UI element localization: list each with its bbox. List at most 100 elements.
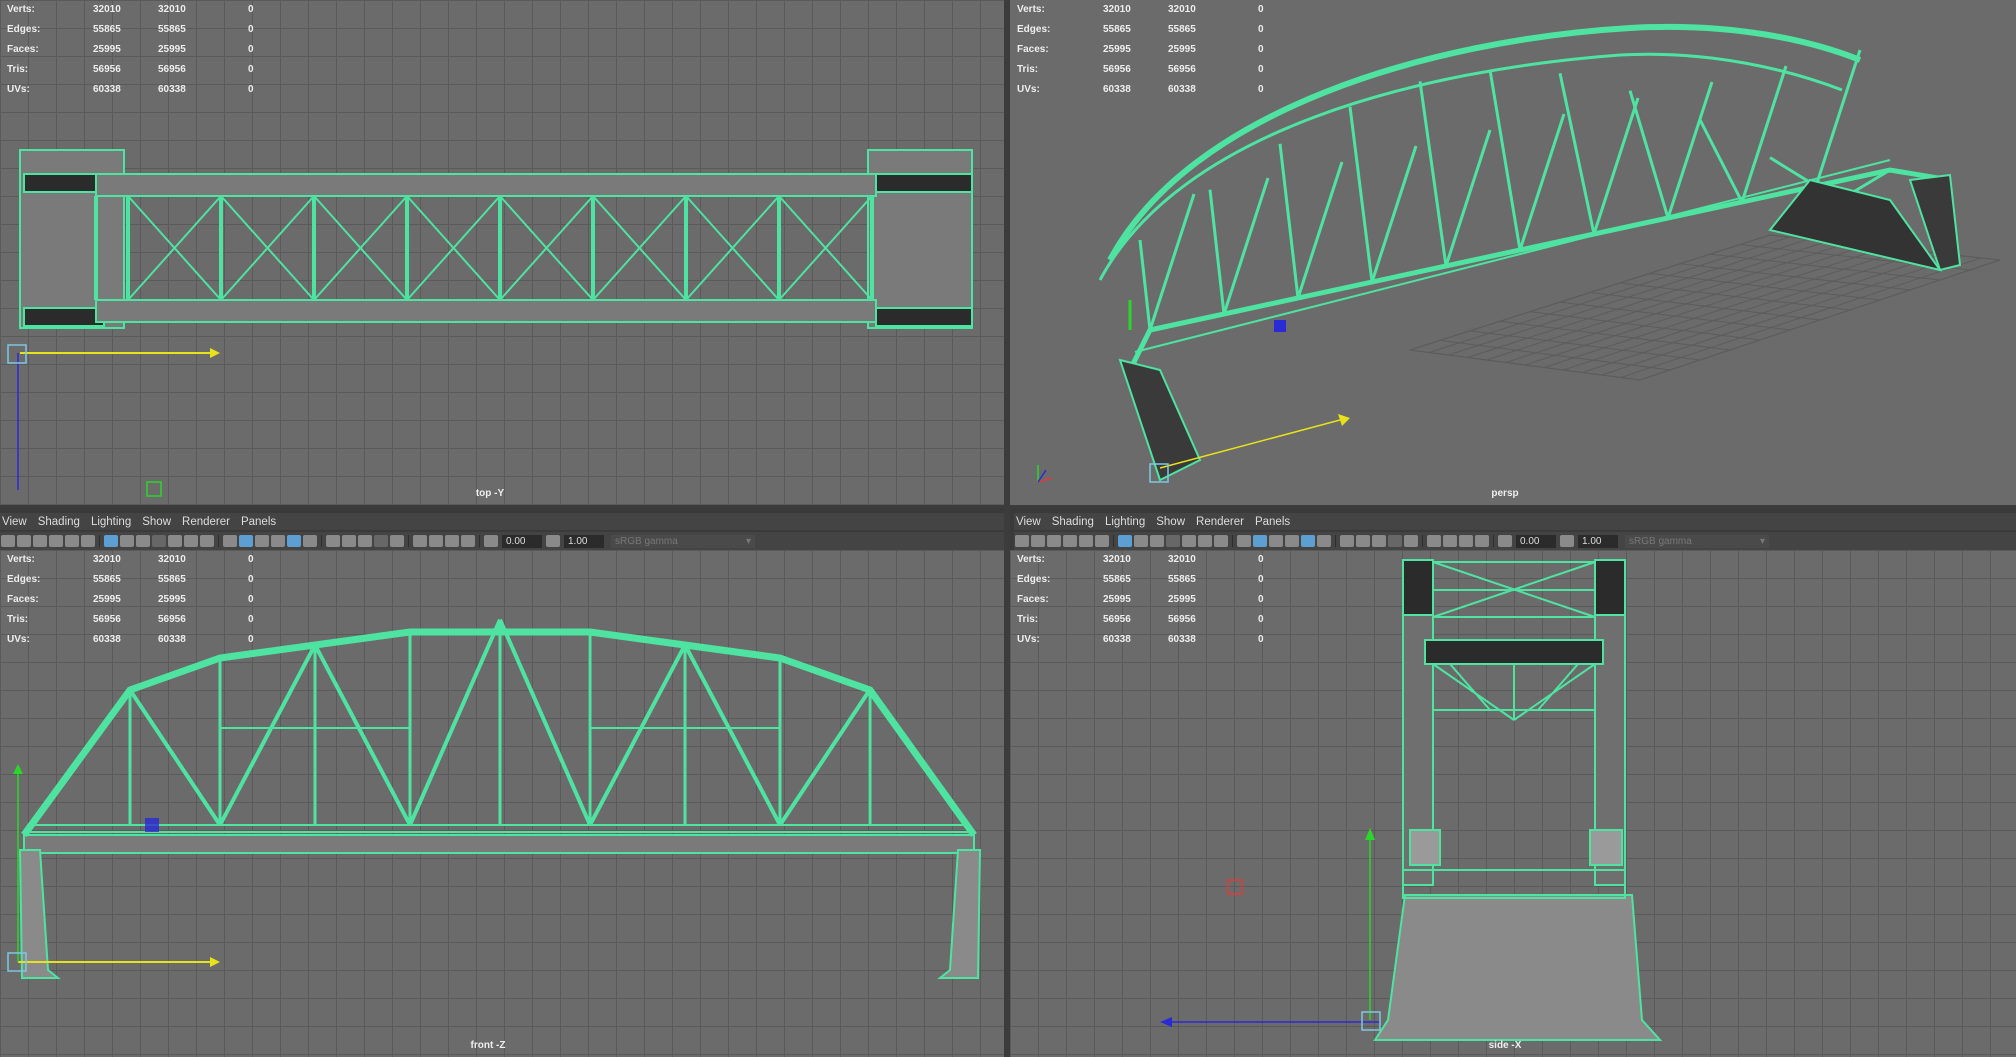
2d-pan-zoom-icon[interactable]	[1079, 535, 1093, 547]
resolution-gate-icon[interactable]	[1150, 535, 1164, 547]
default-material-icon[interactable]	[255, 535, 269, 547]
use-lights-icon[interactable]	[303, 535, 317, 547]
wireframe-on-shaded-icon[interactable]	[1301, 535, 1315, 547]
exposure-field[interactable]: 0.00	[1516, 534, 1556, 548]
isolate-select-icon[interactable]	[1427, 535, 1441, 547]
menu-show[interactable]: Show	[1154, 516, 1194, 528]
color-space-dropdown[interactable]: sRGB gamma	[1625, 534, 1769, 548]
exposure-icon[interactable]	[484, 535, 498, 547]
camera-attributes-icon[interactable]	[17, 535, 31, 547]
stat-value: 0	[248, 64, 254, 75]
safe-action-icon[interactable]	[184, 535, 198, 547]
screen-space-ao-icon[interactable]	[1356, 535, 1370, 547]
gate-mask-icon[interactable]	[152, 535, 166, 547]
xray-joints-icon[interactable]	[445, 535, 459, 547]
safe-title-icon[interactable]	[200, 535, 214, 547]
poly-count-hud: Verts: 32010 32010 0 Edges: 55865 55865 0 Face…	[1017, 550, 1264, 650]
stat-label: Edges:	[7, 574, 41, 585]
field-chart-icon[interactable]	[1182, 535, 1196, 547]
textured-icon[interactable]	[1285, 535, 1299, 547]
image-plane-icon[interactable]	[1063, 535, 1077, 547]
safe-action-icon[interactable]	[1198, 535, 1212, 547]
viewport-top[interactable]: Verts: 32010 32010 0 Edges: 55865 55865 0 Face…	[0, 0, 1004, 505]
wireframe-icon[interactable]	[1237, 535, 1251, 547]
wireframe-on-shaded-icon[interactable]	[287, 535, 301, 547]
exposure-field[interactable]: 0.00	[502, 534, 542, 548]
smooth-shade-icon[interactable]	[1253, 535, 1267, 547]
gamma-icon[interactable]	[1560, 535, 1574, 547]
motion-blur-icon[interactable]	[1372, 535, 1386, 547]
stat-value: 0	[1258, 634, 1264, 645]
film-gate-icon[interactable]	[1134, 535, 1148, 547]
2d-pan-zoom-icon[interactable]	[65, 535, 79, 547]
menu-panels[interactable]: Panels	[239, 516, 285, 528]
grid-toggle-icon[interactable]	[1118, 535, 1132, 547]
xray-joints-icon[interactable]	[1459, 535, 1473, 547]
color-space-dropdown[interactable]: sRGB gamma	[611, 534, 755, 548]
default-material-icon[interactable]	[1269, 535, 1283, 547]
viewport-side[interactable]: Verts: 32010 32010 0 Edges: 55865 55865 0 Face…	[1010, 550, 2016, 1057]
select-camera-icon[interactable]	[1, 535, 15, 547]
use-lights-icon[interactable]	[1317, 535, 1331, 547]
viewport-front[interactable]: Verts: 32010 32010 0 Edges: 55865 55865 0 Face…	[0, 550, 1004, 1057]
stat-value: 0	[1258, 554, 1264, 565]
gamma-field[interactable]: 1.00	[564, 534, 604, 548]
shadows-icon[interactable]	[326, 535, 340, 547]
backface-culling-icon[interactable]	[461, 535, 475, 547]
menu-lighting[interactable]: Lighting	[89, 516, 140, 528]
exposure-icon[interactable]	[1498, 535, 1512, 547]
menu-renderer[interactable]: Renderer	[180, 516, 239, 528]
backface-culling-icon[interactable]	[1475, 535, 1489, 547]
safe-title-icon[interactable]	[1214, 535, 1228, 547]
menu-shading[interactable]: Shading	[1050, 516, 1103, 528]
menu-panels[interactable]: Panels	[1253, 516, 1299, 528]
field-chart-icon[interactable]	[168, 535, 182, 547]
motion-blur-icon[interactable]	[358, 535, 372, 547]
stat-value: 25995	[158, 44, 186, 55]
anti-aliasing-icon[interactable]	[374, 535, 388, 547]
grid-toggle-icon[interactable]	[104, 535, 118, 547]
menu-show[interactable]: Show	[140, 516, 180, 528]
resolution-gate-icon[interactable]	[136, 535, 150, 547]
viewport-persp[interactable]: Verts: 32010 32010 0 Edges: 55865 55865 0 Face…	[1010, 0, 2016, 505]
film-gate-icon[interactable]	[120, 535, 134, 547]
menu-shading[interactable]: Shading	[36, 516, 89, 528]
gamma-field[interactable]: 1.00	[1578, 534, 1618, 548]
grease-pencil-icon[interactable]	[81, 535, 95, 547]
xray-icon[interactable]	[1443, 535, 1457, 547]
stat-value: 55865	[1103, 24, 1131, 35]
bookmark-icon[interactable]	[1047, 535, 1061, 547]
image-plane-icon[interactable]	[49, 535, 63, 547]
menu-lighting[interactable]: Lighting	[1103, 516, 1154, 528]
stat-value: 56956	[158, 64, 186, 75]
smooth-shade-icon[interactable]	[239, 535, 253, 547]
stat-value: 0	[1258, 44, 1264, 55]
grease-pencil-icon[interactable]	[1095, 535, 1109, 547]
stat-label: Tris:	[1017, 64, 1039, 75]
panel-menubar-side: View Shading Lighting Show Renderer Pane…	[1014, 513, 2016, 530]
depth-of-field-icon[interactable]	[1404, 535, 1418, 547]
stat-label: Verts:	[1017, 4, 1045, 15]
camera-label-top: top -Y	[475, 488, 505, 499]
gate-mask-icon[interactable]	[1166, 535, 1180, 547]
depth-of-field-icon[interactable]	[390, 535, 404, 547]
screen-space-ao-icon[interactable]	[342, 535, 356, 547]
stat-value: 32010	[158, 554, 186, 565]
menu-view[interactable]: View	[0, 516, 36, 528]
shadows-icon[interactable]	[1340, 535, 1354, 547]
isolate-select-icon[interactable]	[413, 535, 427, 547]
select-camera-icon[interactable]	[1015, 535, 1029, 547]
menu-renderer[interactable]: Renderer	[1194, 516, 1253, 528]
wireframe-icon[interactable]	[223, 535, 237, 547]
anti-aliasing-icon[interactable]	[1388, 535, 1402, 547]
textured-icon[interactable]	[271, 535, 285, 547]
camera-attributes-icon[interactable]	[1031, 535, 1045, 547]
gamma-icon[interactable]	[546, 535, 560, 547]
bookmark-icon[interactable]	[33, 535, 47, 547]
pane-divider-horizontal[interactable]	[0, 505, 2016, 508]
menu-view[interactable]: View	[1014, 516, 1050, 528]
stat-value: 25995	[1103, 44, 1131, 55]
stat-value: 60338	[158, 84, 186, 95]
xray-icon[interactable]	[429, 535, 443, 547]
camera-label-persp: persp	[1491, 488, 1519, 499]
